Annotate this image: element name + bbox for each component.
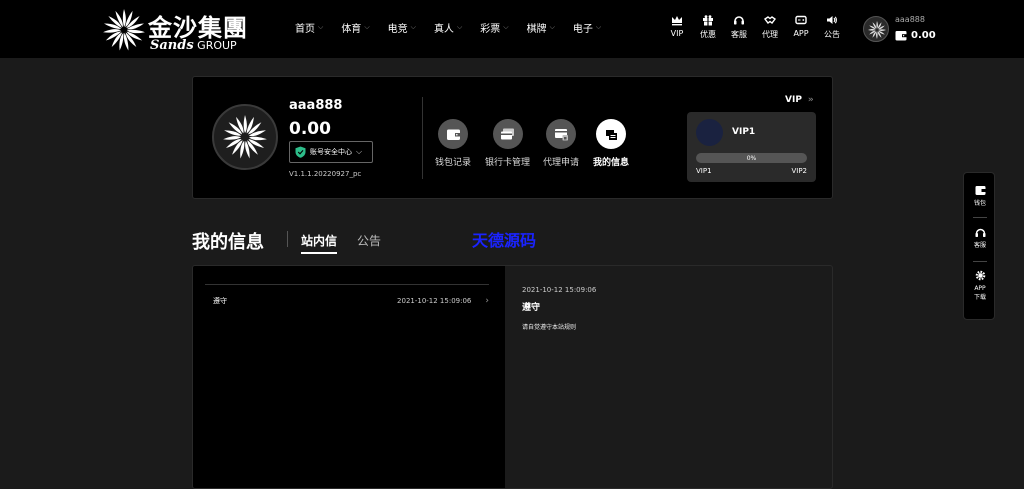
profile-username: aaa888 [289, 98, 343, 113]
sands-sun-icon [868, 21, 886, 39]
wallet-icon [446, 129, 460, 140]
brand-name-script: Sands [150, 38, 194, 53]
shield-icon [295, 146, 306, 158]
nav-item-chess[interactable]: 棋牌 ⌵ [527, 20, 555, 35]
wallet-icon [975, 186, 985, 195]
vip-from-level: VIP1 [696, 167, 712, 175]
header-balance[interactable]: 0.00 [895, 30, 936, 41]
crown-icon [672, 16, 682, 26]
vip-badge-icon [696, 119, 723, 146]
side-item-service[interactable]: 客服 [964, 227, 996, 250]
brand-logo[interactable]: 金沙集團 Sands GROUP [102, 6, 252, 53]
vip-to-level: VIP2 [791, 167, 807, 175]
list-divider [205, 284, 489, 285]
wallet-icon [895, 31, 907, 41]
list-item[interactable]: 遵守 2021-10-12 15:09:06 › [213, 294, 489, 308]
nav-item-lottery[interactable]: 彩票 ⌵ [480, 20, 508, 35]
nav-item-sports[interactable]: 体育 ⌵ [341, 20, 369, 35]
sands-sun-icon [223, 115, 267, 159]
side-float-bar: 钱包 客服 APP 下载 [963, 172, 995, 320]
message-panel: 遵守 2021-10-12 15:09:06 › 2021-10-12 15:0… [192, 265, 833, 489]
vip-progress-card: VIP1 0% VIP1 VIP2 [687, 112, 816, 182]
top-header: 金沙集團 Sands GROUP 首页 ⌵ 体育 ⌵ 电竞 ⌵ 真人 ⌵ 彩票 ⌵ 棋牌 ⌵… [0, 0, 1024, 58]
chevron-down-icon: ⌵ [503, 23, 509, 31]
tab-announcements[interactable]: 公告 [357, 232, 381, 249]
header-username[interactable]: aaa888 [895, 15, 925, 24]
avatar[interactable] [863, 16, 889, 42]
action-bank-cards[interactable]: 银行卡管理 [485, 119, 530, 168]
page-title: 我的信息 [192, 232, 264, 253]
nav-item-live[interactable]: 真人 ⌵ [434, 20, 462, 35]
side-item-wallet[interactable]: 钱包 [964, 185, 996, 208]
tab-inbox[interactable]: 站内信 [301, 232, 338, 254]
brand-name-suffix: GROUP [197, 39, 237, 52]
action-agent-apply[interactable]: 代理申请 [543, 119, 579, 168]
sands-sun-icon [103, 9, 145, 51]
message-subject: 遵守 [213, 297, 227, 305]
tabs-divider [287, 231, 288, 247]
vip-progress-text: 0% [746, 154, 757, 162]
chevron-right-icon: › [485, 296, 489, 306]
chevron-down-icon: ⌵ [410, 23, 416, 31]
vip-progress-bar: 0% [696, 153, 807, 163]
vip-current-level: VIP1 [732, 127, 756, 137]
nav-item-slots[interactable]: 电子 ⌵ [573, 20, 601, 35]
chevron-down-icon: ⌵ [595, 23, 602, 31]
detail-title: 遵守 [522, 303, 541, 313]
header-balance-value: 0.00 [911, 30, 936, 41]
gift-icon [703, 15, 713, 26]
tool-app[interactable]: APP [787, 14, 815, 40]
app-version: V1.1.1.20220927_pc [289, 170, 362, 178]
main-nav: 首页 ⌵ 体育 ⌵ 电竞 ⌵ 真人 ⌵ 彩票 ⌵ 棋牌 ⌵ 电子 ⌵ [295, 20, 619, 35]
tool-service[interactable]: 客服 [725, 14, 753, 40]
chevron-down-icon: ⌵ [356, 147, 363, 156]
tool-notice[interactable]: 公告 [818, 14, 846, 40]
security-center-button[interactable]: 账号安全中心 ⌵ [289, 141, 373, 163]
action-wallet-records[interactable]: 钱包记录 [435, 119, 471, 168]
headset-icon [975, 228, 985, 237]
side-item-app-download[interactable]: APP 下载 [964, 270, 996, 302]
chevron-down-icon: ⌵ [456, 23, 463, 31]
profile-balance: 0.00 [289, 119, 331, 139]
profile-card: aaa888 0.00 账号安全中心 ⌵ V1.1.1.20220927_pc … [192, 76, 833, 199]
detail-time: 2021-10-12 15:09:06 [522, 286, 597, 294]
tool-promo[interactable]: 优惠 [694, 14, 722, 40]
gear-icon [975, 270, 985, 281]
message-list: 遵守 2021-10-12 15:09:06 › [193, 266, 505, 488]
headset-icon [734, 16, 744, 25]
tool-vip[interactable]: VIP [663, 14, 691, 40]
vip-link[interactable]: VIP » [785, 95, 814, 105]
action-my-messages[interactable]: 我的信息 [593, 119, 629, 168]
detail-body: 请自觉遵守本站规则 [522, 324, 577, 331]
header-tools: VIP 优惠 客服 代理 APP 公告 [663, 14, 849, 40]
message-time: 2021-10-12 15:09:06 [397, 297, 472, 305]
speaker-icon [827, 16, 837, 24]
agent-card-icon [554, 128, 568, 140]
chevron-down-icon: ⌵ [318, 23, 324, 31]
card-divider [422, 97, 423, 179]
nav-item-home[interactable]: 首页 ⌵ [295, 20, 323, 35]
profile-avatar[interactable] [212, 104, 278, 170]
bank-card-icon [501, 128, 514, 139]
double-chevron-right-icon: » [807, 95, 814, 105]
security-center-label: 账号安全中心 [310, 148, 352, 156]
chevron-down-icon: ⌵ [364, 23, 370, 31]
brand-name-en: Sands GROUP [150, 38, 237, 53]
message-icon [605, 129, 617, 140]
nav-item-esports[interactable]: 电竞 ⌵ [388, 20, 416, 35]
watermark-text: 天德源码 [472, 231, 537, 250]
tool-agent[interactable]: 代理 [756, 14, 784, 40]
controller-icon [795, 15, 807, 25]
chevron-down-icon: ⌵ [549, 23, 555, 31]
handshake-icon [764, 16, 776, 24]
